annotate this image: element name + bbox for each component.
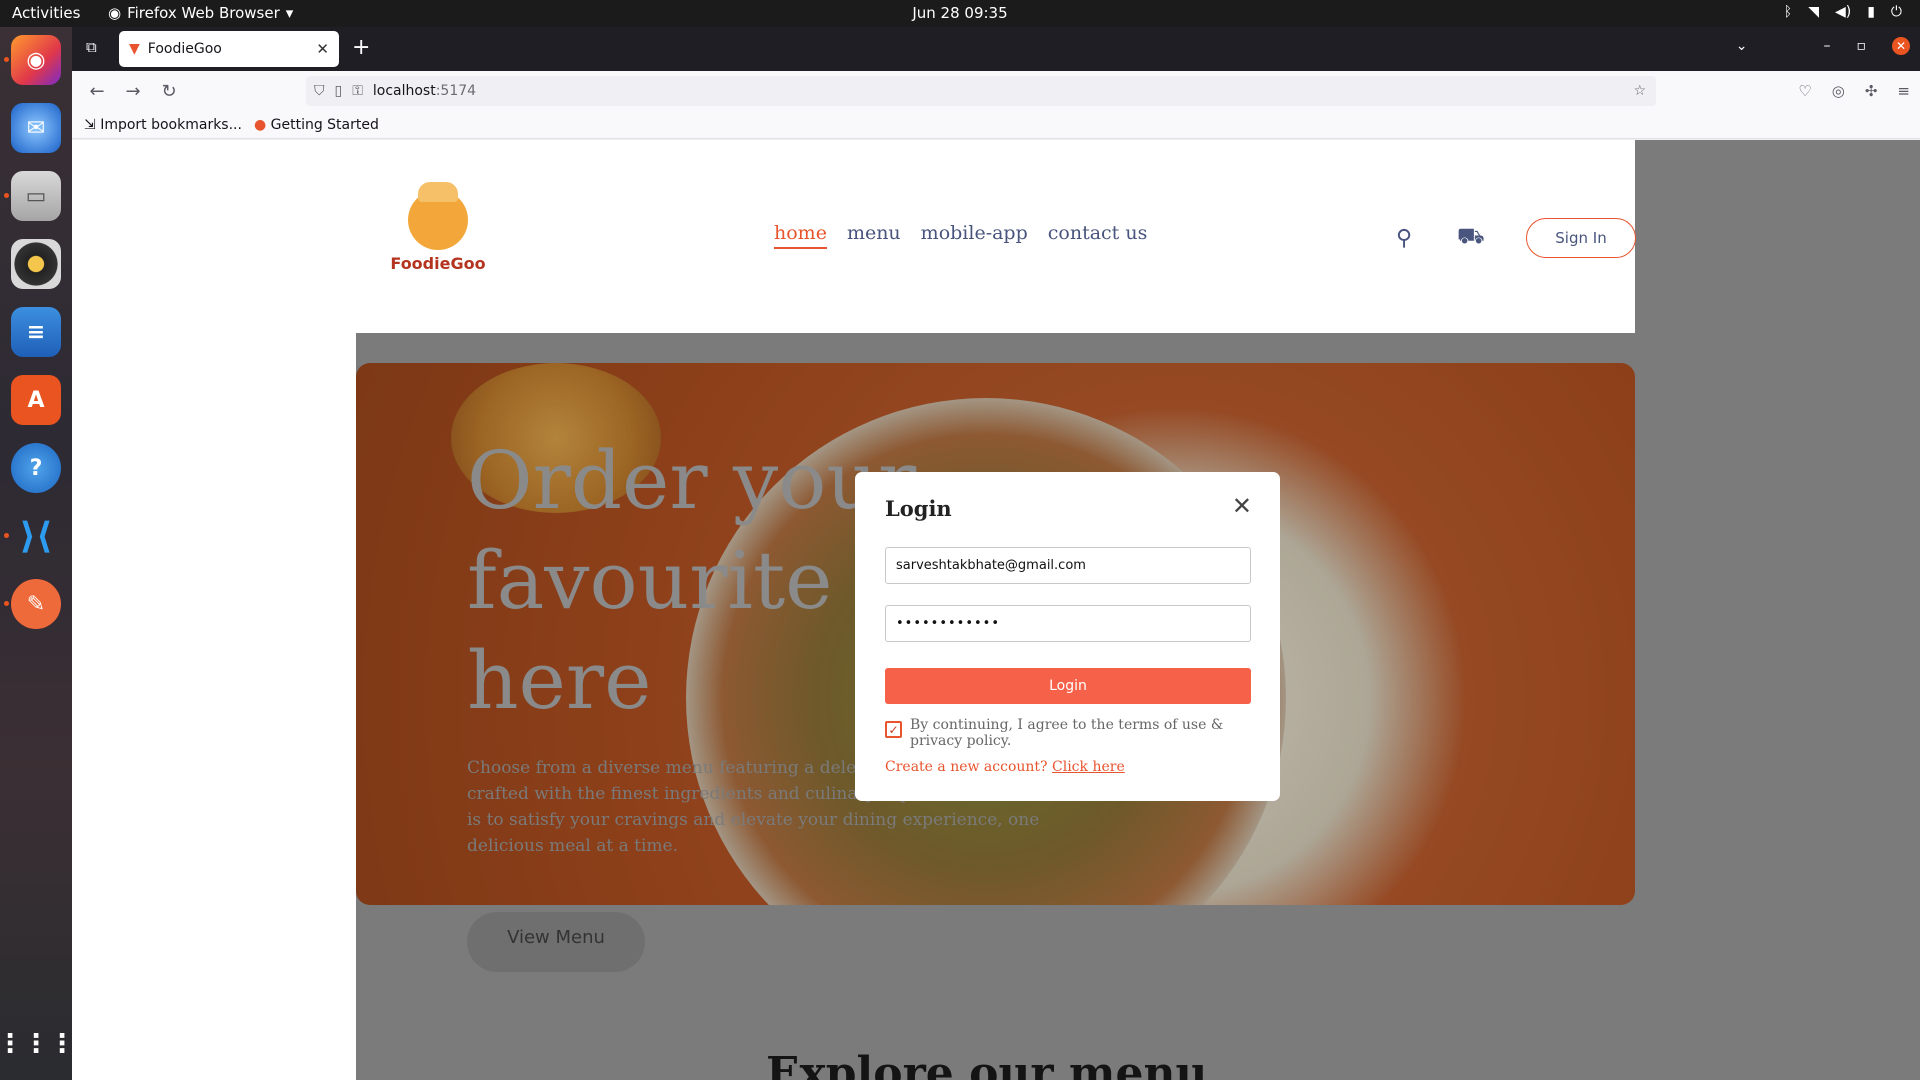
software-dock-icon[interactable]: A	[11, 375, 61, 425]
running-indicator	[4, 57, 9, 62]
tab-title: FoodieGoo	[147, 41, 222, 57]
app-menu[interactable]: ◉ Firefox Web Browser ▾	[108, 4, 293, 22]
view-menu-button[interactable]: View Menu	[467, 912, 645, 972]
writer-dock-icon[interactable]: ≡	[11, 307, 61, 357]
email-field[interactable]: sarveshtakbhate@gmail.com	[885, 547, 1251, 584]
extensions-icon[interactable]: ✣	[1865, 82, 1878, 100]
explore-menu-heading: Explore our menu	[766, 1048, 1208, 1080]
nav-home[interactable]: home	[774, 222, 827, 249]
sign-in-button[interactable]: Sign In	[1526, 218, 1636, 258]
pocket-icon[interactable]: ♡	[1798, 82, 1811, 100]
nav-menu[interactable]: menu	[847, 222, 901, 249]
url-port: :5174	[435, 83, 477, 99]
tab-strip: ⧉ ▼ FoodieGoo ✕ + ⌄ – ▫ ✕	[72, 27, 1920, 71]
terms-row: ✓ By continuing, I agree to the terms of…	[885, 717, 1251, 749]
logo-text: FoodieGoo	[390, 254, 486, 273]
dock: ◉ ✉ ▭ ≡ A ? ⟩⟨ ✎ ⋮⋮⋮	[0, 27, 75, 1080]
list-all-tabs-icon[interactable]: ⌄	[1736, 38, 1748, 54]
back-icon[interactable]: ←	[86, 81, 108, 102]
key-icon[interactable]: ⚿	[352, 83, 363, 99]
forward-icon[interactable]: →	[122, 81, 144, 102]
thunderbird-dock-icon[interactable]: ✉	[11, 103, 61, 153]
chevron-down-icon: ▾	[285, 4, 294, 22]
firefox-dock-icon[interactable]: ◉	[11, 35, 61, 85]
page-viewport: FoodieGoo home menu mobile-app contact u…	[72, 140, 1920, 1080]
minimize-button[interactable]: –	[1824, 38, 1831, 54]
menu-icon[interactable]: ≡	[1897, 82, 1910, 100]
system-top-bar: Activities ◉ Firefox Web Browser ▾ Jun 2…	[0, 0, 1920, 27]
running-indicator	[4, 193, 9, 198]
bookmarks-bar: ⇲ Import bookmarks... ● Getting Started	[72, 111, 1920, 139]
create-account-prompt: Create a new account? Click here	[885, 759, 1125, 775]
wifi-icon: ◥	[1808, 4, 1819, 20]
bookmark-getting-started[interactable]: ● Getting Started	[254, 117, 379, 133]
close-window-button[interactable]: ✕	[1892, 37, 1910, 55]
toolbar-right: ♡ ◎ ✣ ≡	[1798, 82, 1910, 100]
bookmark-import[interactable]: ⇲ Import bookmarks...	[84, 117, 242, 133]
chef-logo-icon	[408, 182, 468, 250]
bookmark-star-icon[interactable]: ☆	[1633, 83, 1646, 99]
vite-favicon-icon: ▼	[129, 41, 140, 57]
login-modal: Login ✕ sarveshtakbhate@gmail.com ••••••…	[855, 472, 1280, 801]
url-bar[interactable]: ⛉ ▯ ⚿ localhost:5174 ☆	[306, 76, 1656, 106]
create-account-text: Create a new account?	[885, 759, 1048, 775]
nav-contact-us[interactable]: contact us	[1048, 222, 1148, 249]
postman-dock-icon[interactable]: ✎	[11, 579, 61, 629]
url-host: localhost	[372, 83, 436, 99]
volume-icon: ◀)	[1834, 4, 1852, 20]
page-icon[interactable]: ▯	[335, 83, 343, 99]
new-tab-button[interactable]: +	[352, 35, 370, 60]
power-icon: ⏻	[1890, 4, 1902, 20]
bookmark-label: Getting Started	[270, 116, 379, 133]
terms-checkbox[interactable]: ✓	[885, 721, 902, 738]
app-name: Firefox Web Browser	[127, 4, 280, 22]
nav-mobile-app[interactable]: mobile-app	[921, 222, 1028, 249]
browser-window: ⧉ ▼ FoodieGoo ✕ + ⌄ – ▫ ✕ ← → ↻ ⛉ ▯ ⚿ lo…	[72, 27, 1920, 1080]
terms-text: By continuing, I agree to the terms of u…	[910, 717, 1224, 749]
running-indicator	[4, 533, 9, 538]
search-icon[interactable]: ⚲	[1396, 226, 1412, 251]
shield-icon[interactable]: ⛉	[314, 83, 325, 99]
basket-icon[interactable]: ⛟	[1457, 224, 1485, 252]
login-title: Login	[885, 496, 952, 521]
login-button[interactable]: Login	[885, 668, 1251, 704]
running-indicator	[4, 601, 9, 606]
site-logo[interactable]: FoodieGoo	[388, 182, 488, 273]
click-here-link[interactable]: Click here	[1052, 759, 1125, 775]
reload-icon[interactable]: ↻	[158, 81, 180, 102]
import-icon: ⇲	[84, 116, 101, 133]
bluetooth-icon: ᛒ	[1783, 4, 1793, 20]
files-dock-icon[interactable]: ▭	[11, 171, 61, 221]
main-nav: home menu mobile-app contact us	[774, 222, 1147, 249]
close-icon[interactable]: ✕	[1232, 494, 1252, 518]
bookmark-label: Import bookmarks...	[100, 116, 242, 133]
maximize-button[interactable]: ▫	[1857, 38, 1867, 54]
tab-foodiegoo[interactable]: ▼ FoodieGoo ✕	[119, 31, 339, 67]
firefox-icon: ●	[253, 116, 271, 133]
navigation-bar: ← → ↻ ⛉ ▯ ⚿ localhost:5174 ☆ ♡ ◎ ✣ ≡	[72, 71, 1920, 111]
account-icon[interactable]: ◎	[1832, 82, 1845, 100]
firefox-icon: ◉	[108, 4, 122, 22]
activities-button[interactable]: Activities	[12, 4, 80, 22]
system-tray[interactable]: ᛒ ◥ ◀) ▮ ⏻	[1784, 4, 1902, 20]
tab-list-icon[interactable]: ⧉	[86, 38, 97, 56]
site-header: FoodieGoo home menu mobile-app contact u…	[356, 140, 1636, 333]
rhythmbox-dock-icon[interactable]	[11, 239, 61, 289]
left-blank-area	[72, 140, 356, 1080]
tab-close-icon[interactable]: ✕	[316, 40, 329, 58]
vscode-dock-icon[interactable]: ⟩⟨	[11, 511, 61, 561]
password-field[interactable]: ••••••••••••	[885, 605, 1251, 642]
help-dock-icon[interactable]: ?	[11, 443, 61, 493]
battery-icon: ▮	[1867, 4, 1875, 20]
window-controls: ⌄ – ▫ ✕	[1736, 37, 1910, 55]
app-grid-icon[interactable]: ⋮⋮⋮	[0, 1019, 75, 1069]
